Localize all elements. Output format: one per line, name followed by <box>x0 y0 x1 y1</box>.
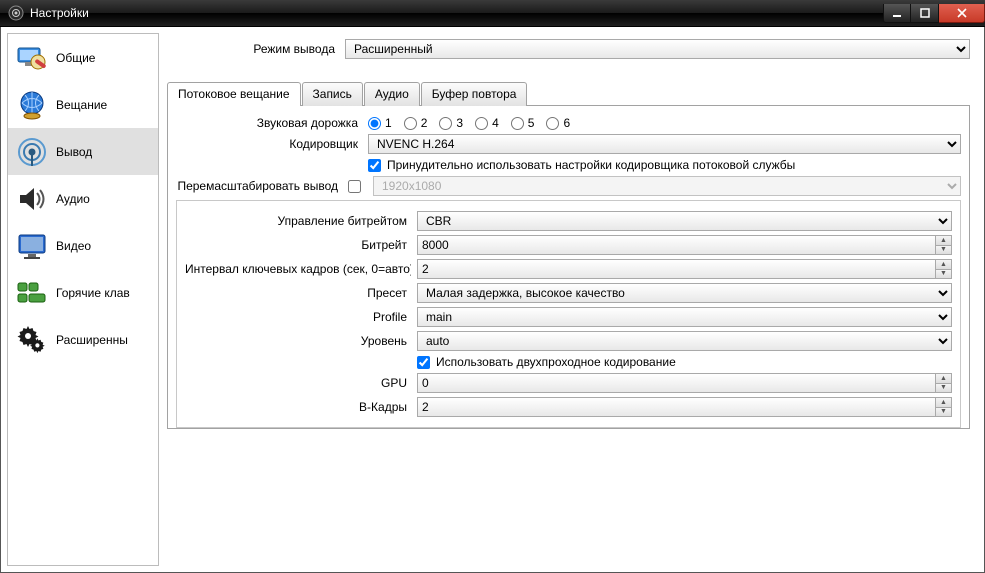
monitor-icon <box>16 230 48 262</box>
track-1-radio[interactable] <box>368 117 381 130</box>
output-mode-select[interactable]: Расширенный <box>345 39 970 59</box>
sidebar-item-label: Расширенны <box>56 333 128 347</box>
app-icon <box>8 5 24 21</box>
tab-replay-buffer[interactable]: Буфер повтора <box>421 82 528 106</box>
globe-icon <box>16 89 48 121</box>
sidebar-item-general[interactable]: Общие <box>8 34 158 81</box>
track-5[interactable]: 5 <box>511 116 535 130</box>
level-label: Уровень <box>185 334 411 348</box>
spinner-up-icon[interactable]: ▲ <box>936 260 951 270</box>
track-4[interactable]: 4 <box>475 116 499 130</box>
track-1[interactable]: 1 <box>368 116 392 130</box>
spinner-down-icon[interactable]: ▼ <box>936 408 951 417</box>
gpu-spinner[interactable]: ▲▼ <box>417 373 952 393</box>
output-mode-label: Режим вывода <box>167 42 339 56</box>
wrench-monitor-icon <box>16 42 48 74</box>
sidebar-item-label: Общие <box>56 51 95 65</box>
keyint-input[interactable] <box>418 260 935 278</box>
output-tabs: Потоковое вещание Запись Аудио Буфер пов… <box>167 81 970 105</box>
sidebar-item-video[interactable]: Видео <box>8 222 158 269</box>
level-select[interactable]: auto <box>417 331 952 351</box>
audio-track-group: 1 2 3 4 5 6 <box>368 116 961 130</box>
keyboard-icon <box>16 277 48 309</box>
sidebar-item-hotkeys[interactable]: Горячие клав <box>8 269 158 316</box>
bitrate-input[interactable] <box>418 236 935 254</box>
bitrate-label: Битрейт <box>185 238 411 252</box>
bframes-spinner[interactable]: ▲▼ <box>417 397 952 417</box>
twopass-label: Использовать двухпроходное кодирование <box>436 355 676 369</box>
spinner-up-icon[interactable]: ▲ <box>936 236 951 246</box>
rescale-select[interactable]: 1920x1080 <box>373 176 961 196</box>
encoder-label: Кодировщик <box>176 137 362 151</box>
gears-icon <box>16 324 48 356</box>
broadcast-icon <box>16 136 48 168</box>
track-2-radio[interactable] <box>404 117 417 130</box>
rate-control-select[interactable]: CBR <box>417 211 952 231</box>
track-6[interactable]: 6 <box>546 116 570 130</box>
gpu-input[interactable] <box>418 374 935 392</box>
track-5-radio[interactable] <box>511 117 524 130</box>
track-2[interactable]: 2 <box>404 116 428 130</box>
speaker-icon <box>16 183 48 215</box>
sidebar-item-label: Горячие клав <box>56 286 130 300</box>
settings-sidebar: Общие Вещание Вывод Аудио Видео <box>7 33 159 566</box>
spinner-down-icon[interactable]: ▼ <box>936 270 951 279</box>
window-title: Настройки <box>30 6 89 20</box>
encoder-select[interactable]: NVENC H.264 <box>368 134 961 154</box>
sidebar-item-stream[interactable]: Вещание <box>8 81 158 128</box>
sidebar-item-output[interactable]: Вывод <box>8 128 158 175</box>
titlebar: Настройки <box>0 0 985 27</box>
track-3[interactable]: 3 <box>439 116 463 130</box>
twopass-checkbox[interactable] <box>417 356 430 369</box>
sidebar-item-audio[interactable]: Аудио <box>8 175 158 222</box>
minimize-button[interactable] <box>883 4 911 23</box>
tab-streaming[interactable]: Потоковое вещание <box>167 82 301 106</box>
spinner-up-icon[interactable]: ▲ <box>936 398 951 408</box>
bframes-label: B-Кадры <box>185 400 411 414</box>
track-4-radio[interactable] <box>475 117 488 130</box>
client-area: Общие Вещание Вывод Аудио Видео <box>0 27 985 573</box>
preset-label: Пресет <box>185 286 411 300</box>
track-3-radio[interactable] <box>439 117 452 130</box>
preset-select[interactable]: Малая задержка, высокое качество <box>417 283 952 303</box>
bframes-input[interactable] <box>418 398 935 416</box>
main-panel: Режим вывода Расширенный Потоковое вещан… <box>159 33 978 566</box>
tab-audio[interactable]: Аудио <box>364 82 420 106</box>
encoder-settings-group: Управление битрейтом CBR Битрейт ▲▼ Инте… <box>176 200 961 428</box>
rate-control-label: Управление битрейтом <box>185 214 411 228</box>
audio-track-label: Звуковая дорожка <box>176 116 362 130</box>
keyint-spinner[interactable]: ▲▼ <box>417 259 952 279</box>
maximize-button[interactable] <box>911 4 939 23</box>
profile-select[interactable]: main <box>417 307 952 327</box>
enforce-encoder-checkbox[interactable] <box>368 159 381 172</box>
rescale-checkbox[interactable] <box>348 180 361 193</box>
enforce-encoder-label: Принудительно использовать настройки код… <box>387 158 795 172</box>
spinner-down-icon[interactable]: ▼ <box>936 384 951 393</box>
gpu-label: GPU <box>185 376 411 390</box>
bitrate-spinner[interactable]: ▲▼ <box>417 235 952 255</box>
keyint-label: Интервал ключевых кадров (сек, 0=авто) <box>185 262 411 276</box>
spinner-down-icon[interactable]: ▼ <box>936 246 951 255</box>
streaming-panel: Звуковая дорожка 1 2 3 4 5 6 Кодировщик … <box>167 105 970 429</box>
profile-label: Profile <box>185 310 411 324</box>
sidebar-item-label: Видео <box>56 239 91 253</box>
spinner-up-icon[interactable]: ▲ <box>936 374 951 384</box>
track-6-radio[interactable] <box>546 117 559 130</box>
tab-recording[interactable]: Запись <box>302 82 363 106</box>
sidebar-item-label: Вещание <box>56 98 107 112</box>
rescale-label: Перемасштабировать вывод <box>176 179 342 193</box>
close-button[interactable] <box>939 4 985 23</box>
sidebar-item-label: Вывод <box>56 145 92 159</box>
sidebar-item-advanced[interactable]: Расширенны <box>8 316 158 363</box>
sidebar-item-label: Аудио <box>56 192 90 206</box>
